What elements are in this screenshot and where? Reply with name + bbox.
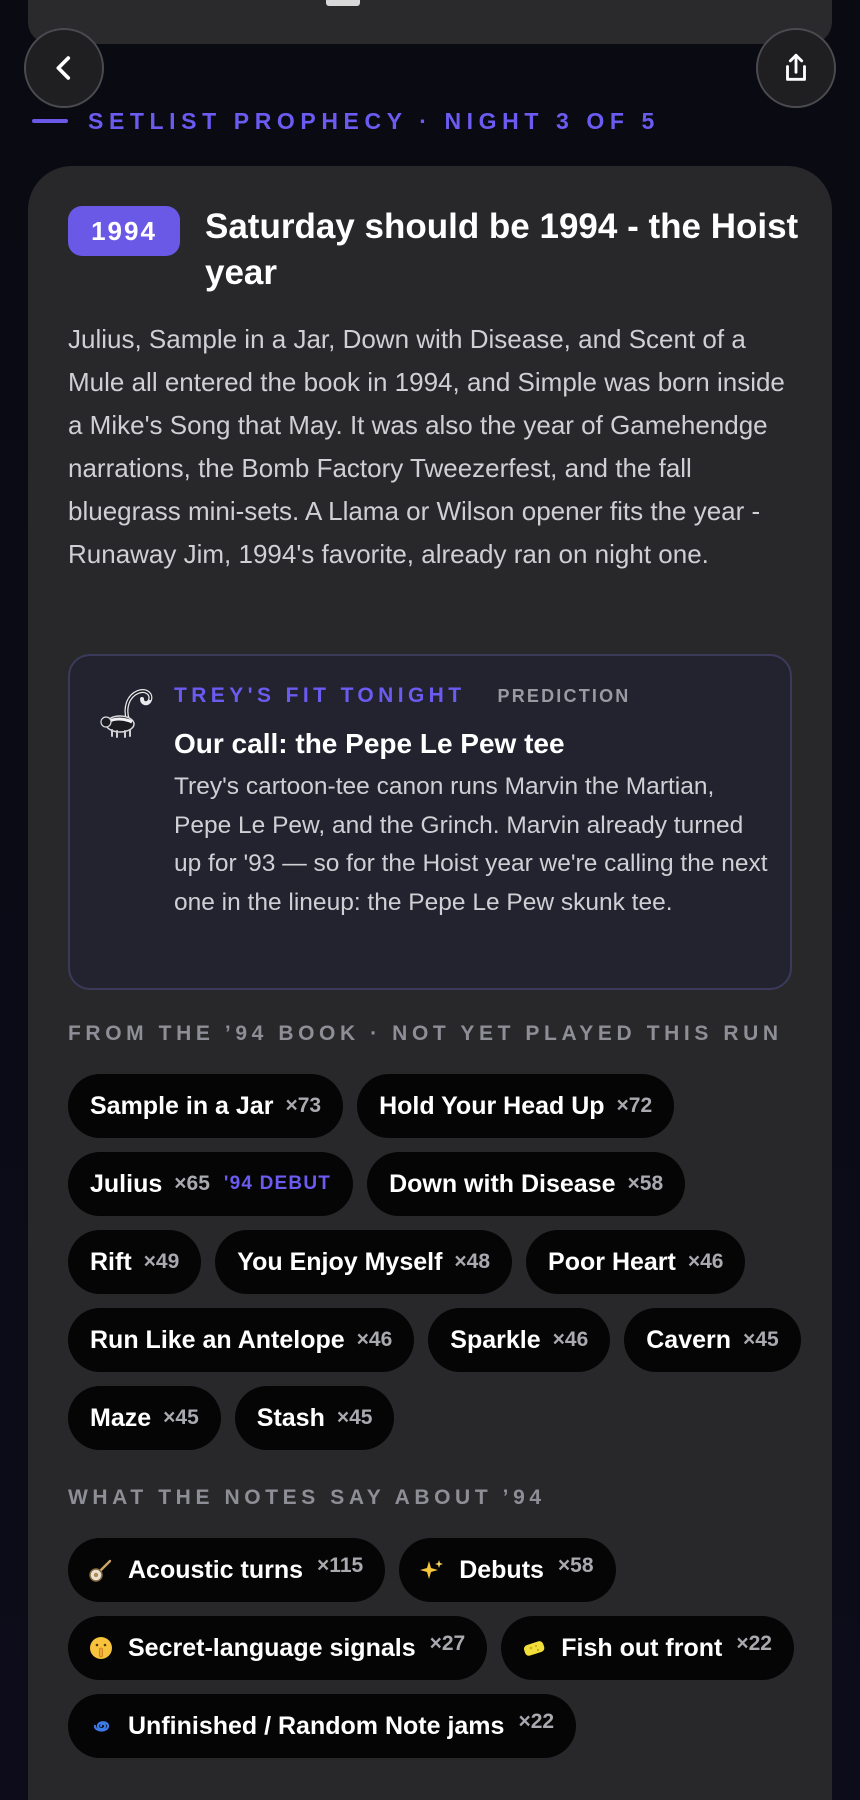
song-name: Maze	[90, 1403, 152, 1432]
song-chip[interactable]: Sparkle ×46	[428, 1308, 611, 1372]
fit-title: Our call: the Pepe Le Pew tee	[174, 728, 565, 759]
note-chip[interactable]: Fish out front ×22	[501, 1616, 794, 1680]
song-name: Sample in a Jar	[90, 1091, 274, 1120]
prophecy-summary: Julius, Sample in a Jar, Down with Disea…	[68, 324, 785, 569]
fit-body: Trey's cartoon-tee canon runs Marvin the…	[174, 773, 768, 916]
song-count: ×45	[163, 1406, 199, 1429]
note-name: Secret-language signals	[128, 1633, 416, 1662]
fit-eyebrow: TREY'S FIT TONIGHT PREDICTION	[174, 684, 631, 714]
song-count: ×45	[743, 1328, 779, 1351]
card-edge-mark	[326, 0, 360, 6]
prediction-tag: PREDICTION	[497, 686, 631, 706]
note-chip[interactable]: Secret-language signals ×27	[68, 1616, 488, 1680]
share-button[interactable]	[756, 28, 836, 108]
song-chip[interactable]: Run Like an Antelope ×46	[68, 1308, 415, 1372]
section-eyebrow: SETLIST PROPHECY · NIGHT 3 OF 5	[32, 104, 660, 138]
shushing-face-icon	[88, 1635, 114, 1661]
note-chip-list: Acoustic turns ×115 Debuts ×58 Secret-la…	[68, 1538, 808, 1758]
song-name: Hold Your Head Up	[379, 1091, 605, 1120]
vortex-icon	[88, 1713, 114, 1739]
song-chip[interactable]: Julius ×65 '94 DEBUT	[68, 1152, 354, 1216]
skunk-icon	[100, 689, 153, 738]
song-name: Julius	[90, 1169, 163, 1198]
song-name: Cavern	[646, 1325, 732, 1354]
note-count: ×22	[518, 1710, 555, 1733]
book-section-label: FROM THE ’94 BOOK · NOT YET PLAYED THIS …	[68, 1022, 783, 1045]
note-name: Fish out front	[561, 1633, 723, 1662]
note-count: ×27	[429, 1632, 466, 1655]
song-chip[interactable]: Sample in a Jar ×73	[68, 1074, 344, 1138]
song-name: Run Like an Antelope	[90, 1325, 345, 1354]
song-count: ×72	[616, 1094, 653, 1117]
song-name: Stash	[256, 1403, 325, 1432]
eyebrow-rule	[32, 119, 68, 123]
banjo-icon	[88, 1557, 114, 1583]
note-name: Debuts	[459, 1555, 544, 1584]
eyebrow-text: SETLIST PROPHECY · NIGHT 3 OF 5	[88, 107, 660, 134]
share-icon	[786, 53, 806, 81]
song-count: ×46	[552, 1328, 589, 1351]
year-badge: 1994	[68, 206, 180, 256]
note-count: ×115	[317, 1554, 364, 1577]
song-chip[interactable]: Rift ×49	[68, 1230, 202, 1294]
song-count: ×73	[285, 1094, 322, 1117]
song-chip[interactable]: Stash ×45	[234, 1386, 395, 1450]
song-count: ×49	[143, 1250, 180, 1273]
song-count: ×48	[454, 1250, 491, 1273]
song-name: You Enjoy Myself	[237, 1247, 443, 1276]
song-name: Poor Heart	[548, 1247, 676, 1276]
song-count: ×46	[356, 1328, 393, 1351]
fit-eyebrow-label: TREY'S FIT TONIGHT	[174, 684, 466, 707]
notes-section-label: WHAT THE NOTES SAY ABOUT ’94	[68, 1486, 546, 1509]
song-chip-list: Sample in a Jar ×73 Hold Your Head Up ×7…	[68, 1074, 808, 1450]
song-name: Down with Disease	[389, 1169, 616, 1198]
previous-card	[28, 0, 832, 44]
song-chip[interactable]: Hold Your Head Up ×72	[357, 1074, 675, 1138]
song-chip[interactable]: Maze ×45	[68, 1386, 221, 1450]
song-chip[interactable]: Down with Disease ×58	[367, 1152, 686, 1216]
song-count: ×65	[174, 1172, 210, 1195]
note-chip[interactable]: Debuts ×58	[399, 1538, 616, 1602]
back-button[interactable]	[24, 28, 104, 108]
song-chip[interactable]: Poor Heart ×46	[526, 1230, 746, 1294]
note-name: Unfinished / Random Note jams	[128, 1711, 505, 1740]
song-count: ×58	[627, 1172, 664, 1195]
note-chip[interactable]: Acoustic turns ×115	[68, 1538, 386, 1602]
note-chip[interactable]: Unfinished / Random Note jams ×22	[68, 1694, 577, 1758]
prophecy-headline: Saturday should be 1994 - the Hoist year	[205, 207, 799, 292]
sponge-icon	[521, 1635, 547, 1661]
song-name: Rift	[90, 1247, 132, 1276]
chevron-left-icon	[56, 56, 71, 80]
song-count: ×46	[687, 1250, 724, 1273]
song-chip[interactable]: Cavern ×45	[624, 1308, 801, 1372]
song-count: ×45	[336, 1406, 373, 1429]
debut-badge: '94 DEBUT	[223, 1173, 332, 1194]
sparkles-icon	[419, 1557, 445, 1583]
song-chip[interactable]: You Enjoy Myself ×48	[215, 1230, 513, 1294]
note-name: Acoustic turns	[128, 1555, 304, 1584]
note-count: ×58	[557, 1554, 594, 1577]
song-name: Sparkle	[450, 1325, 541, 1354]
note-count: ×22	[736, 1632, 772, 1655]
